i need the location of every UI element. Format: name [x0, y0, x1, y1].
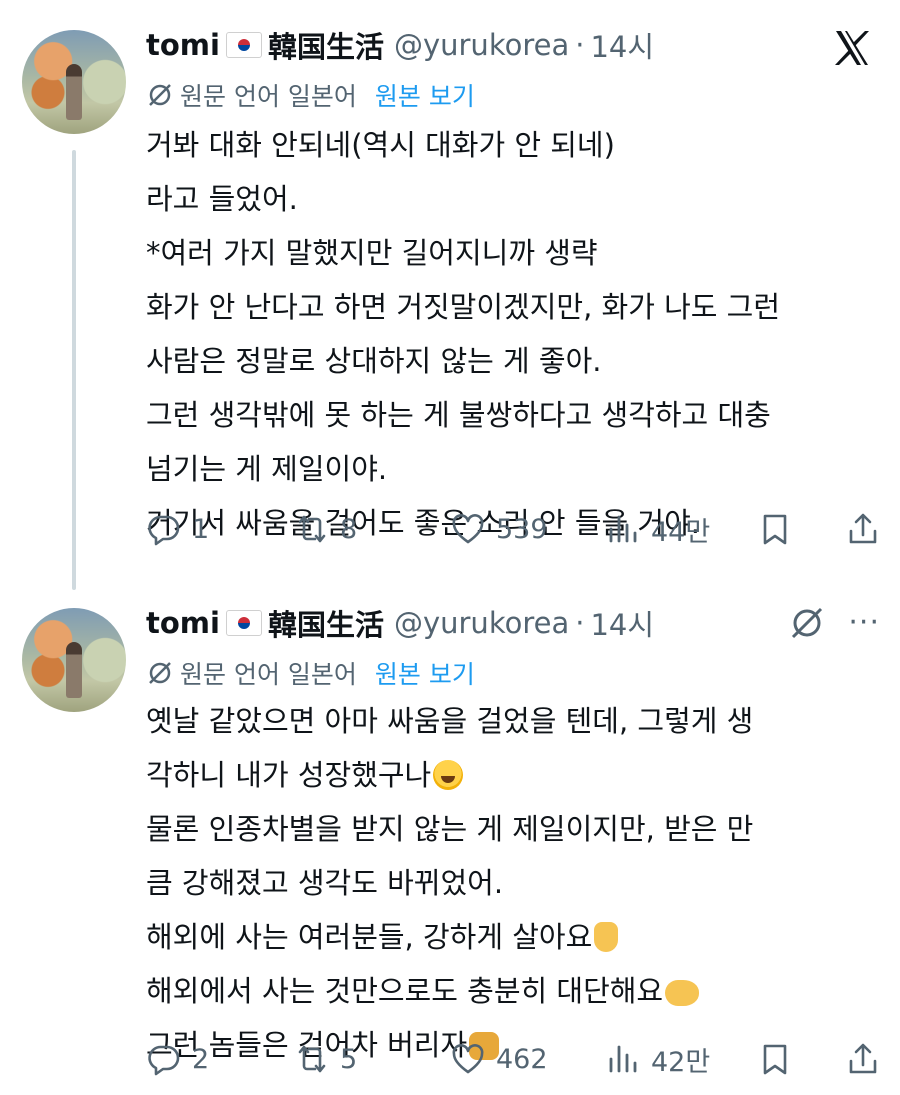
share-button[interactable]: [845, 1041, 881, 1077]
source-language-label: 원문 언어 일본어: [180, 82, 357, 111]
views-bar-chart-icon: [609, 515, 637, 543]
reply-button[interactable]: 2: [146, 1041, 294, 1077]
display-name[interactable]: tomi: [146, 606, 220, 640]
heart-icon: [452, 514, 484, 544]
text-line: 사람은 정말로 상대하지 않는 게 좋아.: [146, 344, 602, 378]
views-button[interactable]: 44만: [605, 510, 757, 549]
bookmark-icon: [763, 1044, 787, 1075]
like-count: 462: [496, 1043, 548, 1075]
korea-flag-icon: [225, 610, 262, 636]
reply-count: 1: [192, 513, 210, 545]
reply-icon: [148, 515, 180, 546]
view-original-link[interactable]: 원본 보기: [375, 77, 475, 113]
text-line: 해외에 사는 여러분들, 강하게 살아요: [146, 910, 876, 964]
retweet-count: 5: [340, 1043, 358, 1075]
retweet-icon: [298, 515, 326, 543]
x-logo-icon[interactable]: [832, 28, 872, 68]
reply-count: 2: [192, 1043, 210, 1075]
tweet-text: 거봐 대화 안되네(역시 대화가 안 되네) 라고 들었어. *여러 가지 말했…: [146, 118, 876, 550]
views-bar-chart-icon: [609, 1045, 637, 1073]
separator-dot: ·: [575, 606, 585, 640]
tweet-header: tomi 韓国生活 @yurukorea · 14시: [146, 603, 654, 643]
text-line: 큼 강해졌고 생각도 바뀌었어.: [146, 866, 504, 900]
share-icon: [849, 513, 877, 544]
display-name[interactable]: tomi: [146, 28, 220, 62]
text-line: 물론 인종차별을 받지 않는 게 제일이지만, 받은 만: [146, 812, 754, 846]
retweet-icon: [298, 1045, 326, 1073]
tweet-2[interactable]: tomi 韓国生活 @yurukorea · 14시 ··· 원문 언어 일본어…: [0, 590, 900, 1095]
korea-flag-icon: [225, 32, 262, 58]
translate-slash-icon: [149, 84, 171, 106]
avatar[interactable]: [22, 30, 126, 134]
translate-slash-icon: [149, 662, 171, 684]
action-bar: 2 5 462 42만: [146, 1037, 881, 1081]
reply-icon: [148, 1045, 180, 1076]
reply-button[interactable]: 1: [146, 511, 294, 547]
like-count: 539: [496, 513, 548, 545]
translate-slash-icon[interactable]: [788, 604, 826, 642]
bookmark-button[interactable]: [757, 1041, 837, 1077]
action-bar: 1 8 539 44만: [146, 507, 881, 551]
text-line: 거봐 대화 안되네(역시 대화가 안 되네): [146, 128, 615, 162]
retweet-button[interactable]: 8: [294, 511, 450, 547]
translation-notice: 원문 언어 일본어 원본 보기: [146, 655, 475, 691]
share-button[interactable]: [845, 511, 881, 547]
view-count: 42만: [651, 1046, 711, 1078]
source-language-label: 원문 언어 일본어: [180, 660, 357, 689]
text-line: *여러 가지 말했지만 길어지니까 생략: [146, 236, 598, 270]
text-line: 옛날 같았으면 아마 싸움을 걸었을 텐데, 그렇게 생: [146, 704, 754, 738]
retweet-count: 8: [340, 513, 358, 545]
retweet-button[interactable]: 5: [294, 1041, 450, 1077]
text-line: 넘기는 게 제일이야.: [146, 452, 388, 486]
like-button[interactable]: 462: [450, 1041, 605, 1077]
pointing-hand-icon: [665, 980, 700, 1006]
view-original-link[interactable]: 원본 보기: [375, 655, 475, 691]
view-count: 44만: [651, 516, 711, 548]
tweet-1[interactable]: tomi 韓国生活 @yurukorea · 14시 원문 언어 일본어 원본 …: [0, 0, 900, 590]
translation-notice: 원문 언어 일본어 원본 보기: [146, 77, 475, 113]
timestamp[interactable]: 14시: [590, 24, 654, 66]
tweet-header: tomi 韓国生活 @yurukorea · 14시: [146, 25, 654, 65]
user-handle[interactable]: @yurukorea: [394, 606, 569, 640]
text-line: 화가 안 난다고 하면 거짓말이겠지만, 화가 나도 그런: [146, 290, 781, 324]
text-line: 라고 들었어.: [146, 182, 298, 216]
bookmark-button[interactable]: [757, 511, 837, 547]
more-dots-icon[interactable]: ···: [848, 608, 880, 638]
heart-icon: [452, 1044, 484, 1074]
sign-of-horns-icon: [594, 922, 619, 952]
face-with-tears-of-joy-icon: [433, 760, 464, 790]
share-icon: [849, 1043, 877, 1074]
like-button[interactable]: 539: [450, 511, 605, 547]
bookmark-icon: [763, 514, 787, 545]
text-line: 해외에서 사는 것만으로도 충분히 대단해요: [146, 964, 876, 1018]
timestamp[interactable]: 14시: [590, 602, 654, 644]
text-line: 그런 생각밖에 못 하는 게 불쌍하다고 생각하고 대충: [146, 398, 771, 432]
display-name-suffix[interactable]: 韓国生活: [268, 602, 384, 644]
avatar[interactable]: [22, 608, 126, 712]
tweet-text: 옛날 같았으면 아마 싸움을 걸었을 텐데, 그렇게 생 각하니 내가 성장했구…: [146, 694, 876, 1072]
display-name-suffix[interactable]: 韓国生活: [268, 24, 384, 66]
user-handle[interactable]: @yurukorea: [394, 28, 569, 62]
separator-dot: ·: [575, 28, 585, 62]
views-button[interactable]: 42만: [605, 1040, 757, 1079]
text-line: 각하니 내가 성장했구나: [146, 748, 876, 802]
